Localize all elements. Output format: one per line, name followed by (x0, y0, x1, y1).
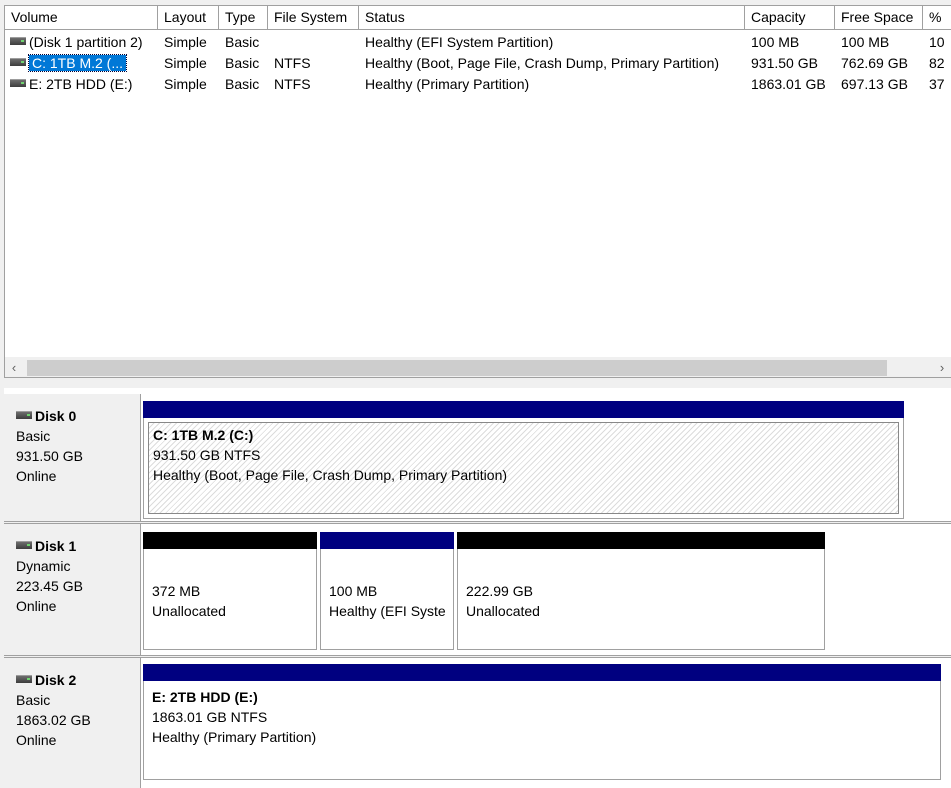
volume-type: Basic (225, 76, 260, 92)
partition-status: Unallocated (152, 603, 226, 619)
drive-icon (10, 58, 26, 67)
volume-name: (Disk 1 partition 2) (29, 34, 143, 50)
partition-bar (457, 532, 825, 549)
col-header-file-system[interactable]: File System (268, 6, 359, 29)
col-header-volume[interactable]: Volume (5, 6, 158, 29)
drive-icon (16, 411, 32, 420)
volume-file-system: NTFS (274, 55, 311, 71)
volume-percent-free: 82 (929, 55, 945, 71)
col-header-free-space[interactable]: Free Space (835, 6, 923, 29)
col-header-capacity[interactable]: Capacity (745, 6, 835, 29)
col-header-status[interactable]: Status (359, 6, 745, 29)
partition-size: 222.99 GB (466, 583, 533, 599)
disk-kind: Dynamic (16, 558, 71, 574)
disk-state: Online (16, 598, 57, 614)
partition-title: E: 2TB HDD (E:) (152, 689, 258, 705)
col-header-layout[interactable]: Layout (158, 6, 219, 29)
disk-name: Disk 1 (35, 538, 77, 554)
partition-status: Healthy (EFI Syste (329, 603, 446, 619)
scroll-left-icon[interactable]: ‹ (5, 357, 23, 377)
disk-state: Online (16, 732, 57, 748)
volume-layout: Simple (164, 55, 207, 71)
volume-status: Healthy (EFI System Partition) (365, 34, 554, 50)
volume-layout: Simple (164, 76, 207, 92)
partition-size: 931.50 GB NTFS (153, 447, 261, 463)
partition-size: 372 MB (152, 583, 201, 599)
disk-separator (4, 521, 951, 524)
partition-unallocated-1[interactable]: 372 MB Unallocated (143, 532, 317, 650)
volume-layout: Simple (164, 34, 207, 50)
volume-capacity: 1863.01 GB (751, 76, 826, 92)
partition-status: Healthy (Primary Partition) (152, 729, 317, 745)
partition-bar (143, 532, 317, 549)
partition-c[interactable]: C: 1TB M.2 (C:) 931.50 GB NTFS Healthy (… (143, 401, 904, 519)
volume-type: Basic (225, 34, 260, 50)
volume-type: Basic (225, 55, 260, 71)
disk-2-label[interactable]: Disk 2 Basic 1863.02 GB Online (4, 658, 141, 788)
drive-icon (16, 541, 32, 550)
partition-e[interactable]: E: 2TB HDD (E:) 1863.01 GB NTFS Healthy … (143, 664, 941, 780)
disk-name: Disk 2 (35, 672, 77, 688)
disk-separator (4, 655, 951, 658)
disk-size: 1863.02 GB (16, 712, 91, 728)
col-header-percent-free[interactable]: % (923, 6, 951, 29)
volume-name: E: 2TB HDD (E:) (29, 76, 133, 92)
partition-size: 100 MB (329, 583, 378, 599)
volume-status: Healthy (Boot, Page File, Crash Dump, Pr… (365, 55, 720, 71)
drive-icon (10, 37, 26, 46)
partition-bar (143, 401, 904, 418)
volume-free-space: 762.69 GB (841, 55, 908, 71)
volume-name: C: 1TB M.2 (... (27, 54, 128, 72)
col-header-type[interactable]: Type (219, 6, 268, 29)
disk-graphical-view: Disk 0 Basic 931.50 GB Online C: 1TB M.2… (4, 388, 951, 788)
partition-size: 1863.01 GB NTFS (152, 709, 268, 725)
partition-efi[interactable]: 100 MB Healthy (EFI Syste (320, 532, 454, 650)
disk-0-label[interactable]: Disk 0 Basic 931.50 GB Online (4, 394, 141, 521)
drive-icon (10, 79, 26, 88)
disk-size: 223.45 GB (16, 578, 83, 594)
volume-free-space: 697.13 GB (841, 76, 908, 92)
disk-1-label[interactable]: Disk 1 Dynamic 223.45 GB Online (4, 524, 141, 655)
disk-kind: Basic (16, 428, 51, 444)
partition-unallocated-2[interactable]: 222.99 GB Unallocated (457, 532, 825, 650)
volume-list-header: Volume Layout Type File System Status Ca… (5, 6, 951, 30)
scrollbar-thumb[interactable] (27, 360, 887, 376)
volume-free-space: 100 MB (841, 34, 890, 50)
volume-status: Healthy (Primary Partition) (365, 76, 530, 92)
volume-list: Volume Layout Type File System Status Ca… (4, 5, 951, 378)
volume-capacity: 100 MB (751, 34, 800, 50)
drive-icon (16, 675, 32, 684)
partition-bar (320, 532, 454, 549)
partition-title: C: 1TB M.2 (C:) (153, 427, 254, 443)
volume-row[interactable]: (Disk 1 partition 2) Simple Basic Health… (5, 32, 951, 53)
volume-row[interactable]: E: 2TB HDD (E:) Simple Basic NTFS Health… (5, 74, 951, 95)
partition-status: Healthy (Boot, Page File, Crash Dump, Pr… (153, 467, 508, 483)
volume-capacity: 931.50 GB (751, 55, 818, 71)
horizontal-scrollbar[interactable]: ‹ › (5, 357, 951, 377)
volume-percent-free: 37 (929, 76, 945, 92)
disk-state: Online (16, 468, 57, 484)
disk-size: 931.50 GB (16, 448, 83, 464)
volume-percent-free: 10 (929, 34, 945, 50)
volume-row-selected[interactable]: C: 1TB M.2 (... Simple Basic NTFS Health… (5, 53, 951, 74)
disk-name: Disk 0 (35, 408, 77, 424)
volume-file-system: NTFS (274, 76, 311, 92)
disk-kind: Basic (16, 692, 51, 708)
partition-status: Unallocated (466, 603, 540, 619)
scroll-right-icon[interactable]: › (933, 357, 951, 377)
partition-bar (143, 664, 941, 681)
volume-file-system (268, 32, 359, 53)
